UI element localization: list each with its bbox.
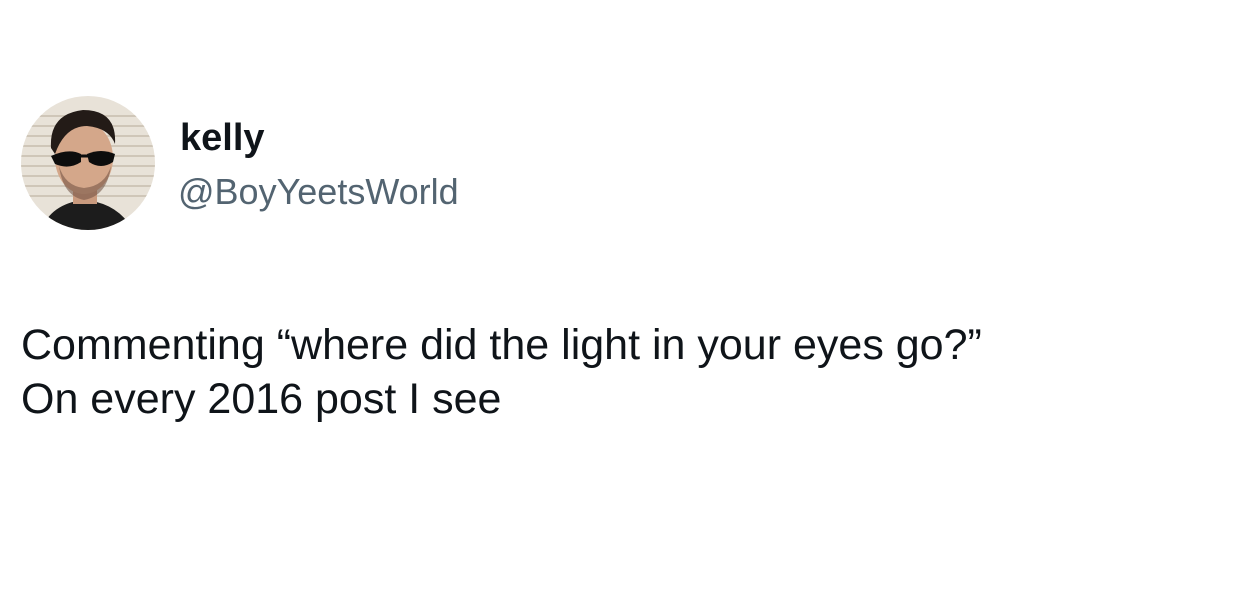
tweet-card: kelly @BoyYeetsWorld Commenting “where d…: [0, 0, 1246, 602]
profile-photo-icon: [21, 96, 155, 230]
tweet-text-line: Commenting “where did the light in your …: [21, 321, 982, 369]
tweet-text: Commenting “where did the light in your …: [21, 318, 1221, 426]
user-handle[interactable]: @BoyYeetsWorld: [178, 170, 459, 214]
avatar[interactable]: [21, 96, 155, 230]
display-name[interactable]: kelly: [180, 116, 265, 160]
tweet-text-line: On every 2016 post I see: [21, 375, 502, 423]
